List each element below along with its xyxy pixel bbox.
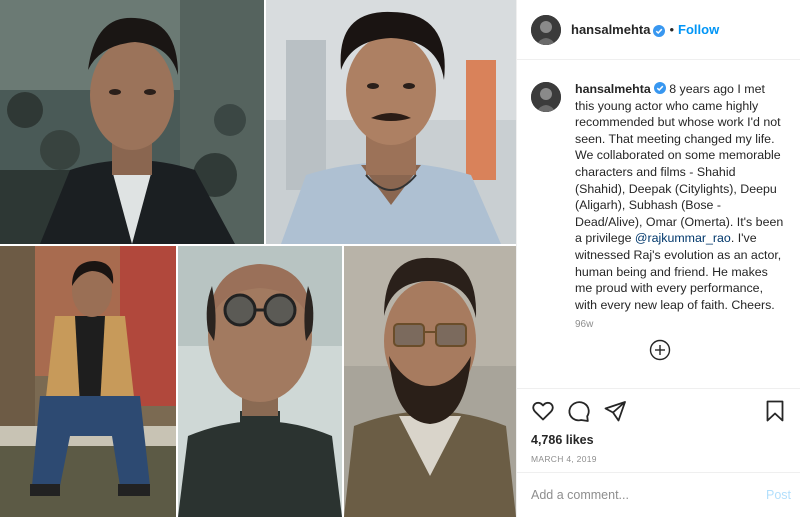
action-icon-row <box>531 399 787 423</box>
comment-input[interactable] <box>531 488 766 502</box>
share-button[interactable] <box>603 399 627 423</box>
post-date[interactable]: MARCH 4, 2019 <box>531 454 787 464</box>
collage-photo-seated <box>0 246 176 517</box>
post-comment-button[interactable]: Post <box>766 488 791 502</box>
plus-circle-icon <box>649 339 671 361</box>
caption-section: hansalmehta 8 years ago I met this young… <box>517 61 800 388</box>
like-button[interactable] <box>531 399 555 423</box>
post-image-collage[interactable] <box>0 0 516 517</box>
heart-icon <box>532 401 554 421</box>
post-header: hansalmehta • Follow <box>517 0 800 60</box>
collage-photo-bearded <box>344 246 516 517</box>
caption-timestamp[interactable]: 96w <box>575 319 787 330</box>
collage-photo-round-glasses <box>178 246 342 517</box>
comment-form: Post <box>517 472 800 517</box>
comment-icon <box>568 401 590 422</box>
caption-avatar[interactable] <box>531 82 561 112</box>
caption-verified-badge-icon <box>653 82 666 94</box>
post-actions: 4,786 likes MARCH 4, 2019 <box>517 388 800 472</box>
header-username[interactable]: hansalmehta <box>571 22 650 37</box>
likes-count[interactable]: 4,786 likes <box>531 433 787 447</box>
follow-button[interactable]: Follow <box>678 22 719 37</box>
caption-username[interactable]: hansalmehta <box>575 82 651 96</box>
caption-body-start: 8 years ago I met this young actor who c… <box>575 82 784 246</box>
paper-plane-icon <box>604 401 626 422</box>
caption-row: hansalmehta 8 years ago I met this young… <box>531 81 787 313</box>
collage-photo-moustache <box>266 0 516 244</box>
comment-button[interactable] <box>567 399 591 423</box>
separator-dot: • <box>669 22 675 37</box>
bookmark-icon <box>766 400 784 422</box>
avatar[interactable] <box>531 14 561 45</box>
verified-badge-icon <box>653 24 666 37</box>
collage-photo-courtroom <box>0 0 264 244</box>
save-button[interactable] <box>763 399 787 423</box>
caption-text: hansalmehta 8 years ago I met this young… <box>575 81 787 313</box>
caption-mention-link[interactable]: @rajkummar_rao <box>635 231 731 245</box>
post-side-panel: hansalmehta • Follow hansalmehta 8 years… <box>516 0 800 517</box>
load-more-comments-button[interactable] <box>649 339 671 361</box>
